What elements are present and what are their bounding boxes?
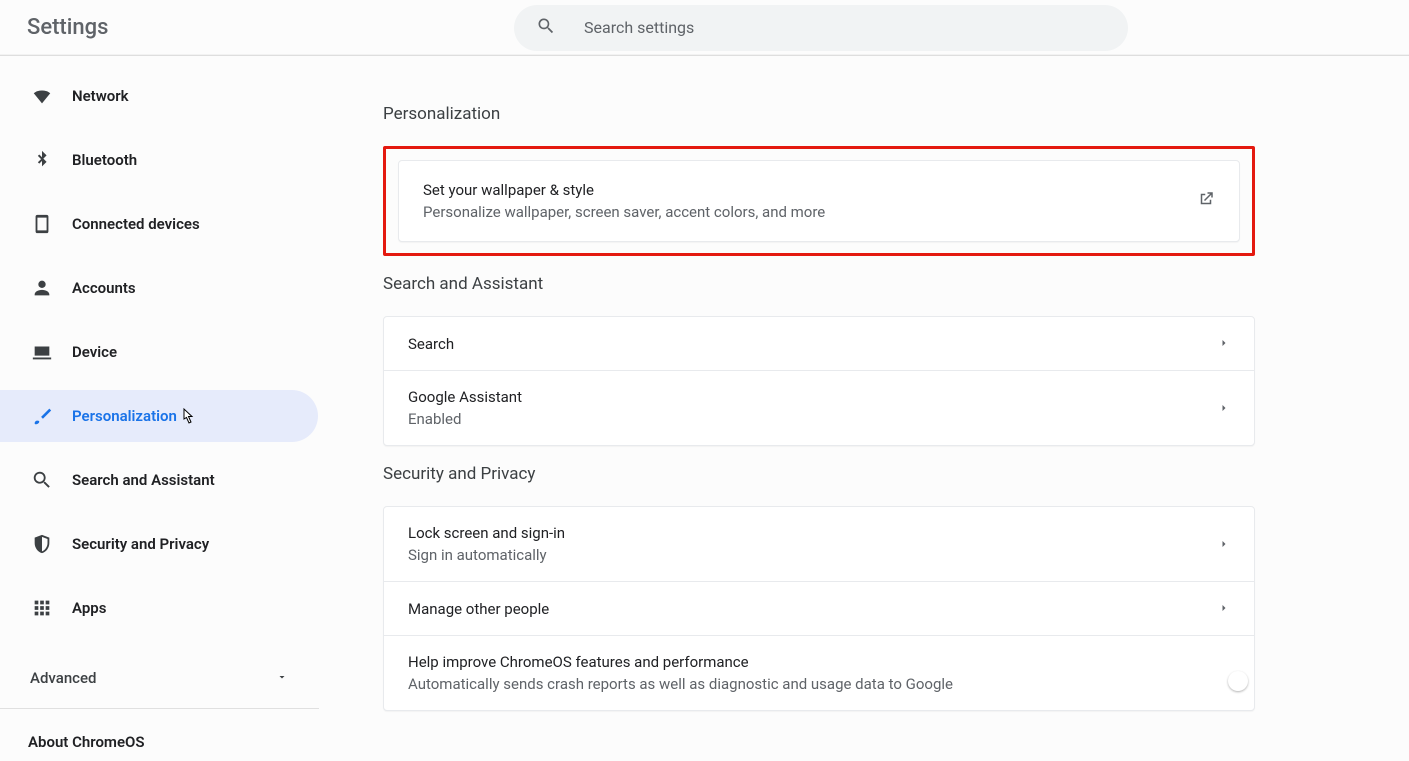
row-title: Help improve ChromeOS features and perfo…: [408, 653, 953, 671]
section-title: Personalization: [383, 104, 1255, 124]
card: Search Google Assistant Enabled: [383, 316, 1255, 446]
chevron-right-icon: [1218, 535, 1230, 554]
sidebar-item-label: Personalization: [72, 407, 177, 425]
row-subtitle: Automatically sends crash reports as wel…: [408, 675, 953, 693]
bluetooth-icon: [30, 148, 54, 172]
settings-row[interactable]: Lock screen and sign-in Sign in automatic…: [384, 507, 1254, 581]
row-title: Google Assistant: [408, 388, 522, 406]
sidebar-item-label: Accounts: [72, 279, 136, 297]
brush-icon: [30, 404, 54, 428]
settings-row[interactable]: Search: [384, 317, 1254, 370]
sidebar-about[interactable]: About ChromeOS: [0, 713, 319, 751]
sidebar-item-security[interactable]: Security and Privacy: [0, 518, 318, 570]
chevron-down-icon: [276, 669, 288, 687]
wifi-icon: [30, 84, 54, 108]
settings-row[interactable]: Google Assistant Enabled: [384, 370, 1254, 445]
search-icon: [536, 16, 556, 40]
row-subtitle: Sign in automatically: [408, 546, 565, 564]
row-title: Search: [408, 335, 454, 353]
search-box[interactable]: [514, 5, 1128, 51]
apps-icon: [30, 596, 54, 620]
settings-row[interactable]: Help improve ChromeOS features and perfo…: [384, 635, 1254, 710]
open-external-icon: [1197, 193, 1215, 212]
divider: [0, 708, 319, 709]
card: Set your wallpaper & style Personalize wa…: [398, 160, 1240, 242]
section-title: Search and Assistant: [383, 274, 1255, 294]
sidebar-advanced[interactable]: Advanced: [0, 652, 318, 704]
sidebar-item-device[interactable]: Device: [0, 326, 318, 378]
row-subtitle: Personalize wallpaper, screen saver, acc…: [423, 203, 825, 221]
shield-icon: [30, 532, 54, 556]
row-title: Lock screen and sign-in: [408, 524, 565, 542]
sidebar-item-apps[interactable]: Apps: [0, 582, 318, 634]
search-icon: [30, 468, 54, 492]
sidebar-item-label: Security and Privacy: [72, 535, 209, 553]
topbar: Settings: [0, 0, 1409, 56]
sidebar-item-accounts[interactable]: Accounts: [0, 262, 318, 314]
phone-icon: [30, 212, 54, 236]
sidebar: Network Bluetooth Connected devices Account…: [0, 56, 319, 761]
chevron-right-icon: [1218, 399, 1230, 418]
sidebar-item-network[interactable]: Network: [0, 70, 318, 122]
main-content: Personalization Set your wallpaper & styl…: [319, 56, 1409, 761]
row-title: Set your wallpaper & style: [423, 181, 825, 199]
sidebar-item-label: Bluetooth: [72, 151, 137, 169]
sidebar-item-label: Connected devices: [72, 215, 200, 233]
settings-row[interactable]: Manage other people: [384, 581, 1254, 635]
sidebar-item-devices[interactable]: Connected devices: [0, 198, 318, 250]
sidebar-item-personal[interactable]: Personalization: [0, 390, 318, 442]
sidebar-item-bluetooth[interactable]: Bluetooth: [0, 134, 318, 186]
chevron-right-icon: [1218, 599, 1230, 618]
chevron-right-icon: [1218, 334, 1230, 353]
section-title: Security and Privacy: [383, 464, 1255, 484]
settings-row[interactable]: Set your wallpaper & style Personalize wa…: [399, 161, 1239, 241]
sidebar-item-label: Device: [72, 343, 117, 361]
row-title: Manage other people: [408, 600, 549, 618]
sidebar-item-search[interactable]: Search and Assistant: [0, 454, 318, 506]
page-title: Settings: [27, 15, 108, 40]
advanced-label: Advanced: [30, 669, 96, 687]
laptop-icon: [30, 340, 54, 364]
sidebar-item-label: Apps: [72, 599, 106, 617]
card: Lock screen and sign-in Sign in automatic…: [383, 506, 1255, 711]
row-subtitle: Enabled: [408, 410, 522, 428]
person-icon: [30, 276, 54, 300]
sidebar-item-label: Search and Assistant: [72, 471, 215, 489]
highlight-box: Set your wallpaper & style Personalize wa…: [383, 146, 1255, 256]
sidebar-item-label: Network: [72, 87, 129, 105]
search-input[interactable]: [584, 18, 1106, 37]
